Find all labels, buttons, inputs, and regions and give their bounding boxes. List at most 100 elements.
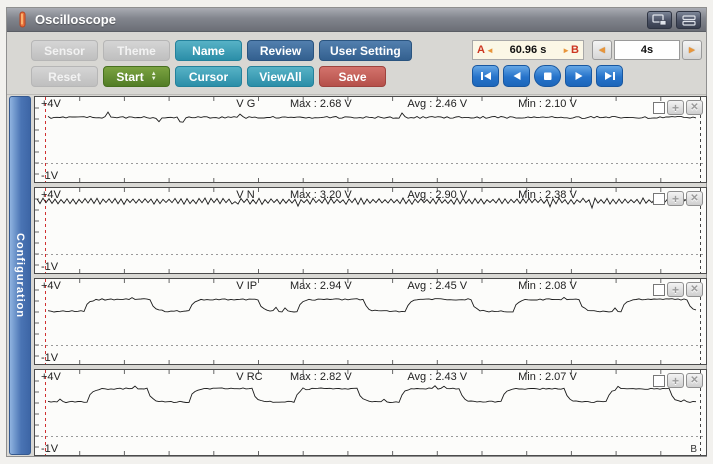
titlebar: Oscilloscope — [7, 8, 706, 32]
toolbar-button-label: Cursor — [189, 70, 228, 84]
toolbar-button-label: Name — [192, 44, 225, 58]
scale-top-label: +4V — [41, 280, 61, 292]
toolbar-button-name[interactable]: Name — [175, 40, 242, 61]
waveform-plot — [35, 370, 706, 455]
toolbar-button-theme[interactable]: Theme — [103, 40, 170, 61]
stop-button[interactable] — [534, 65, 561, 87]
toolbar-button-user-setting[interactable]: User Setting — [319, 40, 412, 61]
timebase-value[interactable]: 4s — [614, 40, 680, 60]
close-icon: ✕ — [690, 284, 698, 295]
channel-select-checkbox[interactable] — [653, 193, 665, 205]
channel-min-value: Min : 2.07 V — [518, 371, 577, 383]
scale-bottom-label: -1V — [41, 170, 58, 182]
channel-zoom-button[interactable]: + — [667, 373, 684, 388]
tile-windows-button[interactable] — [676, 11, 701, 29]
toolbar-button-label: ViewAll — [259, 70, 301, 84]
toolbar-button-save[interactable]: Save — [319, 66, 386, 87]
scale-top-label: +4V — [41, 371, 61, 383]
channel-zoom-button[interactable]: + — [667, 100, 684, 115]
right-arrow-icon: ► — [687, 45, 697, 56]
channel-close-button[interactable]: ✕ — [686, 100, 703, 115]
toolbar-button-sensor[interactable]: Sensor — [31, 40, 98, 61]
toolbar-button-label: User Setting — [330, 44, 401, 58]
display-window-icon — [652, 14, 667, 26]
window-title: Oscilloscope — [35, 12, 116, 27]
channel-close-button[interactable]: ✕ — [686, 373, 703, 388]
play-icon — [573, 71, 585, 81]
channel-select-checkbox[interactable] — [653, 375, 665, 387]
toolbar-button-start[interactable]: Start ▲▼ — [103, 66, 170, 87]
play-button[interactable] — [565, 65, 592, 87]
toolbar-button-label: Save — [338, 70, 366, 84]
thermometer-app-icon — [17, 11, 28, 28]
updown-spinner-icon: ▲▼ — [151, 72, 157, 82]
channel-zoom-button[interactable]: + — [667, 191, 684, 206]
skip-to-start-button[interactable] — [472, 65, 499, 87]
toolbar-button-reset[interactable]: Reset — [31, 66, 98, 87]
scale-bottom-label: -1V — [41, 261, 58, 273]
channel-name: V IP — [236, 280, 257, 292]
cursor-b-marker-label: B — [690, 444, 697, 455]
toolbar-button-review[interactable]: Review — [247, 40, 314, 61]
channel-select-checkbox[interactable] — [653, 102, 665, 114]
skip-end-icon — [604, 71, 616, 81]
plus-icon: + — [672, 283, 679, 297]
channel-panel-3: +4V V IP Max : 2.94 V Avg : 2.45 V Min :… — [34, 278, 707, 365]
display-window-button[interactable] — [647, 11, 672, 29]
waveform-plot — [35, 97, 706, 182]
ab-range-display[interactable]: A ◄ 60.96 s ► B — [472, 40, 584, 60]
channel-select-checkbox[interactable] — [653, 284, 665, 296]
step-back-button[interactable] — [503, 65, 530, 87]
toolbar-button-viewall[interactable]: ViewAll — [247, 66, 314, 87]
cursor-a-label: A — [477, 44, 485, 56]
channel-max-value: Max : 2.82 V — [290, 371, 352, 383]
skip-to-end-button[interactable] — [596, 65, 623, 87]
timebase-increase-button[interactable]: ► — [682, 40, 702, 60]
ab-range-value: 60.96 s — [495, 44, 561, 56]
scale-top-label: +4V — [41, 98, 61, 110]
channel-name: V RC — [236, 371, 262, 383]
toolbar-button-cursor[interactable]: Cursor — [175, 66, 242, 87]
toolbar-button-label: Sensor — [44, 44, 85, 58]
channel-name: V N — [236, 189, 254, 201]
channel-min-value: Min : 2.10 V — [518, 98, 577, 110]
channel-max-value: Max : 3.20 V — [290, 189, 352, 201]
toolbar-button-label: Theme — [117, 44, 156, 58]
scale-bottom-label: -1V — [41, 443, 58, 455]
left-arrow-icon: ◄ — [597, 45, 607, 56]
channel-close-button[interactable]: ✕ — [686, 191, 703, 206]
sidebar-tab-configuration[interactable]: Configuration — [9, 96, 31, 455]
timebase-decrease-button[interactable]: ◄ — [592, 40, 612, 60]
channel-max-value: Max : 2.68 V — [290, 98, 352, 110]
channel-avg-value: Avg : 2.45 V — [407, 280, 467, 292]
channel-min-value: Min : 2.38 V — [518, 189, 577, 201]
channel-avg-value: Avg : 2.90 V — [407, 189, 467, 201]
channel-panel-4: +4V V RC Max : 2.82 V Avg : 2.43 V Min :… — [34, 369, 707, 456]
scale-top-label: +4V — [41, 189, 61, 201]
sidebar-tab-label: Configuration — [14, 233, 26, 318]
tile-windows-icon — [682, 15, 696, 26]
main-area: Configuration +4V V G Max : 2.68 V Avg :… — [7, 96, 706, 456]
plus-icon: + — [672, 374, 679, 388]
cursor-b-arrow-icon: ► — [561, 46, 571, 55]
skip-start-icon — [480, 71, 492, 81]
waveform-plot — [35, 279, 706, 364]
plus-icon: + — [672, 101, 679, 115]
toolbar: Sensor Theme Name Review User Setting Reset St… — [7, 32, 706, 95]
channel-close-button[interactable]: ✕ — [686, 282, 703, 297]
time-controls: A ◄ 60.96 s ► B ◄ 4s ► — [472, 40, 702, 87]
channel-zoom-button[interactable]: + — [667, 282, 684, 297]
step-back-icon — [511, 71, 523, 81]
scale-bottom-label: -1V — [41, 352, 58, 364]
channel-avg-value: Avg : 2.43 V — [407, 371, 467, 383]
waveform-plot — [35, 188, 706, 273]
toolbar-button-label: Start — [116, 70, 143, 84]
toolbar-button-label: Reset — [48, 70, 81, 84]
channel-name: V G — [236, 98, 255, 110]
channel-avg-value: Avg : 2.46 V — [407, 98, 467, 110]
close-icon: ✕ — [690, 102, 698, 113]
channel-panel-1: +4V V G Max : 2.68 V Avg : 2.46 V Min : … — [34, 96, 707, 183]
cursor-a-arrow-icon: ◄ — [485, 46, 495, 55]
channel-panel-2: +4V V N Max : 3.20 V Avg : 2.90 V Min : … — [34, 187, 707, 274]
oscilloscope-window: Oscilloscope Sensor Theme Name Review User S… — [6, 7, 707, 457]
